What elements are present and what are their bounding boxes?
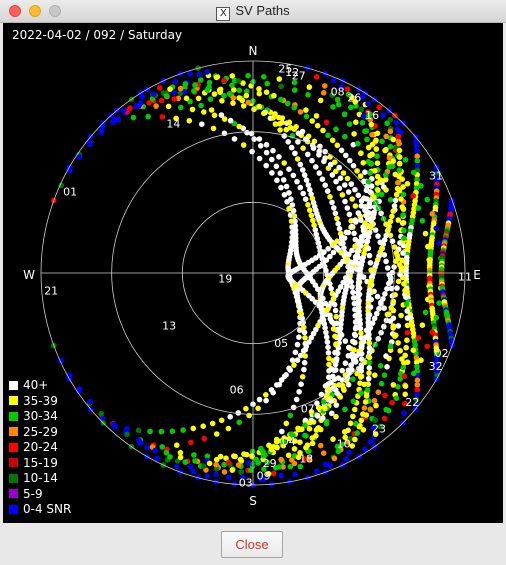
legend-label: 10-14 [23, 471, 58, 486]
date-label: 2022-04-02 / 092 / Saturday [12, 28, 183, 42]
legend-swatch [9, 396, 18, 406]
sv-label: 32 [429, 360, 443, 373]
sv-label: 27 [292, 70, 306, 83]
compass-north: N [249, 44, 258, 58]
sv-label: 08 [331, 86, 345, 99]
legend-item: 5-9 [9, 486, 71, 502]
snr-legend: 40+ 35-39 30-34 25-29 20-24 15-19 10-14 5-9 0-4 … [9, 378, 71, 518]
legend-swatch [9, 411, 18, 421]
legend-label: 15-19 [23, 455, 58, 470]
sv-label: 19 [218, 272, 232, 285]
legend-item: 20-24 [9, 440, 71, 456]
sv-label: 11 [458, 271, 472, 284]
legend-swatch [9, 442, 18, 452]
legend-label: 0-4 SNR [23, 502, 72, 517]
sky-plot: 25122708 26163111023222231018042909030706… [23, 44, 481, 508]
window-title: SV Paths [235, 3, 290, 18]
window-title-area: X SV Paths [0, 3, 506, 21]
legend-swatch [9, 380, 18, 390]
compass-south: S [249, 494, 257, 508]
sv-label: 18 [299, 453, 313, 466]
legend-swatch [9, 427, 18, 437]
legend-swatch [9, 473, 18, 483]
sv-label: 09 [257, 469, 271, 482]
sv-label: 21 [44, 285, 58, 298]
sv-track [108, 95, 375, 470]
sv-track [100, 113, 303, 451]
legend-label: 5-9 [23, 486, 43, 501]
footer-bar: Close [0, 523, 506, 565]
legend-item: 30-34 [9, 409, 71, 425]
sv-label: 02 [435, 347, 449, 360]
legend-swatch [9, 489, 18, 499]
sky-plot-canvas: 25 12 27 08 26 16 31 11 02 32 22 23 10 18 04 29 09 03 07 06… [3, 23, 503, 523]
sv-label: 13 [162, 319, 176, 332]
sv-label: 23 [372, 423, 386, 436]
sv-label: 10 [337, 438, 351, 451]
sv-label: 04 [282, 435, 296, 448]
legend-item: 25-29 [9, 424, 71, 440]
legend-item: 40+ [9, 378, 71, 394]
sv-label: 31 [429, 170, 443, 183]
sv-label: 07 [301, 402, 315, 415]
legend-label: 35-39 [23, 393, 58, 408]
sv-label: 22 [405, 396, 419, 409]
legend-label: 40+ [23, 378, 49, 393]
legend-item: 35-39 [9, 393, 71, 409]
legend-swatch [9, 504, 18, 514]
sv-label: 26 [347, 92, 361, 105]
compass-west: W [23, 268, 35, 282]
legend-item: 10-14 [9, 471, 71, 487]
legend-item: 15-19 [9, 455, 71, 471]
legend-swatch [9, 458, 18, 468]
legend-label: 20-24 [23, 440, 58, 455]
legend-label: 30-34 [23, 409, 58, 424]
title-bar: X SV Paths [0, 0, 506, 23]
close-button[interactable]: Close [221, 531, 283, 558]
sv-label: 29 [263, 457, 277, 470]
sv-label: 16 [365, 109, 379, 122]
compass-east: E [473, 268, 481, 282]
sv-label: 14 [166, 117, 180, 130]
legend-item: 0-4 SNR [9, 502, 71, 518]
x11-app-icon: X [216, 7, 231, 21]
legend-label: 25-29 [23, 424, 58, 439]
sv-label: 03 [239, 477, 253, 490]
sv-label: 06 [230, 384, 244, 397]
sv-label: 01 [63, 186, 77, 199]
sv-label: 05 [274, 337, 288, 350]
